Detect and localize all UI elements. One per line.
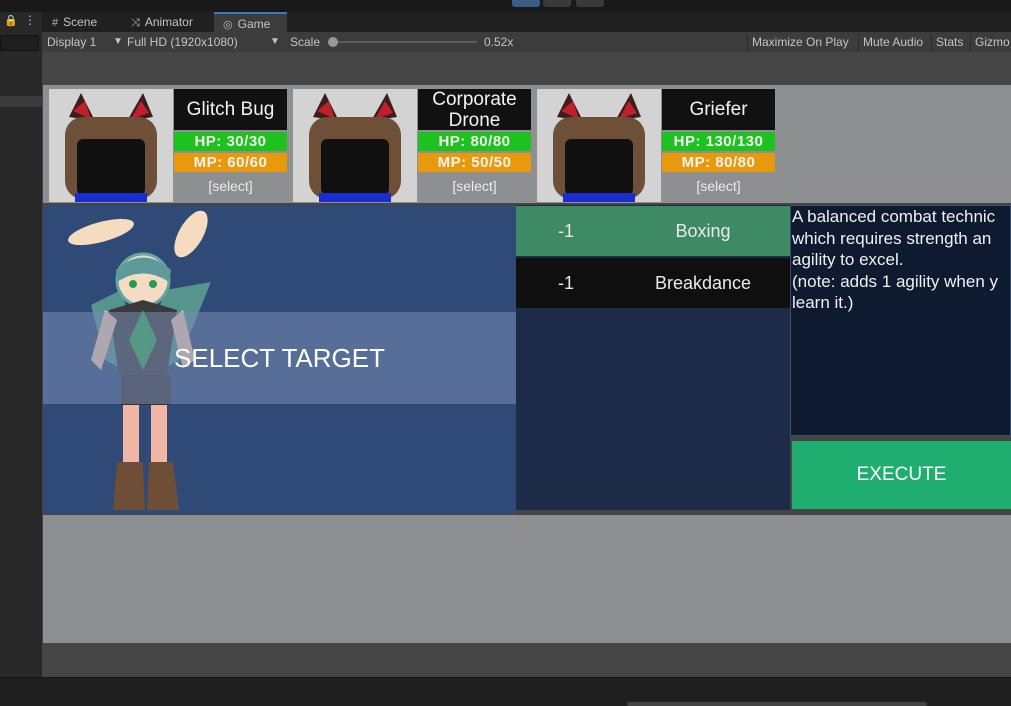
- kebab-menu-icon[interactable]: ⋮: [24, 13, 36, 27]
- tab-game[interactable]: ◎ Game: [214, 12, 287, 32]
- scale-value: 0.52x: [484, 35, 514, 49]
- hp-bar-text: HP: 130/130: [673, 133, 764, 150]
- scale-slider-track[interactable]: [332, 41, 477, 43]
- caret-down-icon: ▼: [113, 36, 123, 47]
- mp-bar: MP: 50/50: [418, 153, 531, 172]
- animator-icon: ⤨: [131, 17, 140, 29]
- grid-icon: #: [52, 17, 59, 29]
- play-button[interactable]: [512, 0, 540, 7]
- enemy-portrait: [537, 89, 661, 202]
- description-line: agility to excel.: [792, 250, 904, 269]
- mute-audio-button[interactable]: Mute Audio: [858, 33, 928, 51]
- editor-top-strip: [0, 0, 1011, 12]
- skill-name: Breakdance: [654, 273, 752, 293]
- resolution-dropdown[interactable]: Full HD (1920x1080) ▼: [127, 32, 282, 52]
- stats-button[interactable]: Stats: [931, 33, 968, 51]
- hierarchy-search-input[interactable]: [0, 35, 39, 51]
- enemy-select-button[interactable]: [select]: [418, 174, 531, 198]
- enemy-portrait: [49, 89, 173, 202]
- hp-bar: HP: 80/80: [418, 132, 531, 151]
- skill-row-breakdance[interactable]: -1 Breakdance: [516, 258, 790, 308]
- enemy-select-button[interactable]: [select]: [174, 174, 287, 198]
- description-line: learn it.): [792, 293, 854, 312]
- skill-name: Boxing: [675, 221, 731, 241]
- skill-cost: -1: [557, 273, 574, 293]
- scale-slider-handle[interactable]: [328, 37, 338, 47]
- enemy-name: Glitch Bug: [174, 89, 287, 130]
- gamepad-icon: ◎: [223, 19, 233, 31]
- enemy-portrait: [293, 89, 417, 202]
- description-line: A balanced combat technic: [792, 207, 996, 226]
- description-line: which requires strength an: [792, 228, 992, 248]
- scale-label: Scale: [290, 35, 321, 49]
- tab-animator[interactable]: ⤨ Animator: [122, 12, 214, 32]
- execute-button[interactable]: EXECUTE: [792, 441, 1011, 509]
- editor-status-bar: [0, 677, 1011, 706]
- party-row: [43, 515, 1011, 643]
- mp-bar-text: MP: 80/80: [681, 154, 756, 171]
- select-target-text: SELECT TARGET: [174, 343, 385, 373]
- pause-button[interactable]: [543, 0, 571, 7]
- skill-description: A balanced combat technic which requires…: [790, 205, 1011, 436]
- hp-bar-text: HP: 30/30: [194, 133, 267, 150]
- enemy-name: Griefer: [662, 89, 775, 130]
- hierarchy-row[interactable]: [0, 96, 42, 107]
- gizmos-button[interactable]: Gizmo: [970, 33, 1011, 51]
- skill-row-boxing[interactable]: -1 Boxing: [516, 206, 790, 256]
- hp-bar-text: HP: 80/80: [438, 133, 511, 150]
- skill-cost: -1: [557, 221, 574, 241]
- mp-bar: MP: 80/80: [662, 153, 775, 172]
- mp-bar-text: MP: 50/50: [437, 154, 512, 171]
- hierarchy-panel: 🔒 ⋮: [0, 12, 43, 677]
- progress-strip: [627, 702, 927, 706]
- enemy-name: Corporate Drone: [418, 89, 531, 131]
- mp-bar: MP: 60/60: [174, 153, 287, 172]
- display-dropdown[interactable]: Display 1 ▼: [47, 32, 125, 52]
- hp-bar: HP: 30/30: [174, 132, 287, 151]
- enemy-select-button[interactable]: [select]: [662, 174, 775, 198]
- caret-down-icon: ▼: [270, 36, 280, 47]
- step-button[interactable]: [576, 0, 604, 7]
- tab-scene[interactable]: # Scene: [43, 12, 122, 32]
- mp-bar-text: MP: 60/60: [193, 154, 268, 171]
- description-line: (note: adds 1 agility when y: [792, 271, 999, 291]
- lock-icon[interactable]: 🔒: [4, 14, 18, 27]
- hp-bar: HP: 130/130: [662, 132, 775, 151]
- maximize-on-play-button[interactable]: Maximize On Play: [747, 33, 853, 51]
- game-toolbar: Display 1 ▼ Full HD (1920x1080) ▼ Scale 0.…: [42, 32, 1011, 53]
